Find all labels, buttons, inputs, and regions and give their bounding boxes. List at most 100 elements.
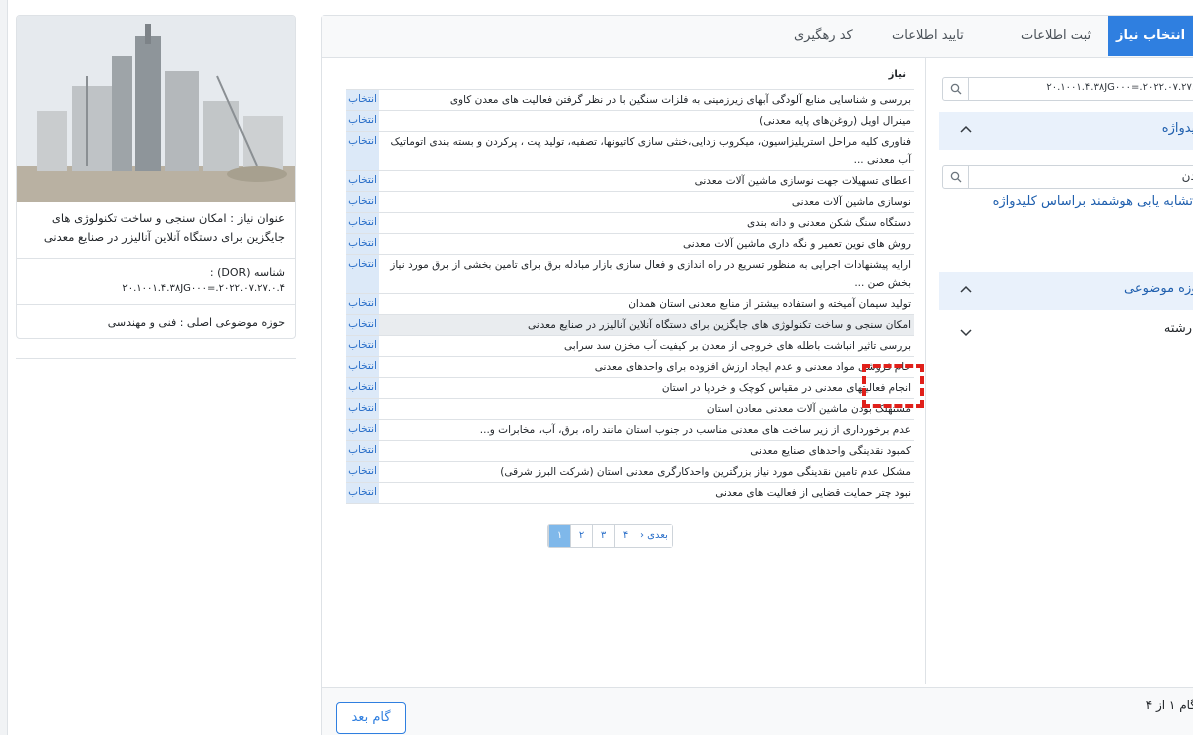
need-title: نوسازی ماشین آلات معدنی: [791, 196, 911, 208]
subject-title: حوزه موضوعی: [1124, 281, 1193, 296]
select-need-link[interactable]: انتخاب: [346, 192, 379, 212]
tab-confirm-info[interactable]: تایید اطلاعات: [892, 16, 964, 58]
needs-rows: انتخاب بررسی و شناسایی منابع آلودگی آبهای…: [346, 90, 914, 504]
need-title: بررسی و شناسایی منابع آلودگی آبهای زیرزم…: [449, 94, 911, 106]
need-title: ارایه پیشنهادات اجرایی به منظور تسریع در…: [390, 259, 911, 289]
divider: [17, 304, 295, 305]
column-divider: [925, 58, 926, 684]
table-row: انتخاب روش های نوین تعمیر و نگه داری ماشی…: [346, 234, 914, 255]
need-title: فناوری کلیه مراحل استریلیزاسیون، میکروب …: [390, 136, 911, 166]
select-need-link[interactable]: انتخاب: [346, 255, 379, 293]
select-need-link[interactable]: انتخاب: [346, 420, 379, 440]
table-row: انتخاب بررسی و شناسایی منابع آلودگی آبهای…: [346, 90, 914, 111]
need-title: عدم برخورداری از زیر ساخت های معدنی مناس…: [479, 424, 911, 436]
select-need-link[interactable]: انتخاب: [346, 234, 379, 254]
divider: [17, 258, 295, 259]
search-icon: [950, 83, 961, 95]
chevron-up-icon: [960, 285, 972, 293]
highlight-marker: [862, 364, 924, 408]
table-row: انتخاب خام فروشی مواد معدنی و عدم ایجاد ا…: [346, 357, 914, 378]
select-need-link[interactable]: انتخاب: [346, 378, 379, 398]
need-title: بررسی تاثیر انباشت باطله های خروجی از مع…: [564, 340, 911, 352]
dor-search-input[interactable]: ۲۰.۱۰۰۱.۴.۳۸JG۰۰۰=.۲۰۲۲.۰۷.۲۷.۰.۱: [975, 82, 1193, 93]
need-title: مینرال اویل (روغن‌های پایه معدنی): [759, 115, 911, 127]
select-need-link[interactable]: انتخاب: [346, 336, 379, 356]
chevron-down-icon[interactable]: [959, 325, 973, 339]
select-need-link[interactable]: انتخاب: [346, 171, 379, 191]
select-need-link[interactable]: انتخاب: [346, 483, 379, 503]
select-need-link[interactable]: انتخاب: [346, 213, 379, 233]
need-title: نبود چتر حمایت قضایی از فعالیت های معدنی: [715, 487, 911, 499]
step-indicator: گام ۱ از ۴: [1145, 698, 1193, 712]
divider: [16, 358, 296, 359]
dor-label: شناسه (DOR) :: [209, 266, 285, 279]
needs-header: نیاز: [346, 64, 914, 90]
select-need-link[interactable]: انتخاب: [346, 294, 379, 314]
dor-search-box[interactable]: ۲۰.۱۰۰۱.۴.۳۸JG۰۰۰=.۲۰۲۲.۰۷.۲۷.۰.۱: [942, 77, 1193, 101]
keyword-search-box[interactable]: معدن: [942, 165, 1193, 189]
needs-table: نیاز انتخاب بررسی و شناسایی منابع آلودگی …: [346, 64, 914, 504]
chevron-up-icon: [960, 125, 972, 133]
need-title: خام فروشی مواد معدنی و عدم ایجاد ارزش اف…: [594, 361, 911, 373]
table-row: انتخاب نبود چتر حمایت قضایی از فعالیت های…: [346, 483, 914, 504]
tab-select-need[interactable]: انتخاب نیاز: [1108, 16, 1193, 56]
table-row: انتخاب مستهلک بودن ماشین آلات معدنی معادن…: [346, 399, 914, 420]
page-link[interactable]: ۱: [548, 525, 570, 547]
page-link[interactable]: ۳: [592, 525, 614, 547]
select-need-link[interactable]: انتخاب: [346, 111, 379, 131]
select-need-link[interactable]: انتخاب: [346, 90, 379, 110]
wizard-footer: گام بعد گام ۱ از ۴: [322, 687, 1193, 735]
select-need-link[interactable]: انتخاب: [346, 132, 379, 170]
table-row: انتخاب کمبود نقدینگی واحدهای صنایع معدنی: [346, 441, 914, 462]
tab-register-info[interactable]: ثبت اطلاعات: [1021, 16, 1091, 58]
table-row: انتخاب عدم برخورداری از زیر ساخت های معدن…: [346, 420, 914, 441]
select-need-link[interactable]: انتخاب: [346, 315, 379, 335]
dor-value: ۲۰.۱۰۰۱.۴.۳۸JG۰۰۰=.۲۰۲۲.۰۷.۲۷.۰.۴: [122, 283, 285, 294]
keyword-input[interactable]: معدن: [975, 169, 1193, 183]
page-link[interactable]: ۲: [570, 525, 592, 547]
pagination: ۱ ۲ ۳ ۴ بعدی ‹: [547, 524, 673, 548]
search-button[interactable]: [943, 166, 969, 188]
need-title: تولید سیمان آمیخته و استفاده بیشتر از من…: [628, 298, 911, 310]
table-row: انتخاب بررسی تاثیر انباشت باطله های خروجی…: [346, 336, 914, 357]
select-need-link[interactable]: انتخاب: [346, 441, 379, 461]
field-title[interactable]: رشته: [1164, 321, 1192, 336]
table-row: انتخاب ارایه پیشنهادات اجرایی به منظور تس…: [346, 255, 914, 294]
main-subject-domain: حوزه موضوعی اصلی : فنی و مهندسی: [107, 316, 285, 329]
table-row: انتخاب امکان سنجی و ساخت تکنولوژی های جای…: [346, 315, 914, 336]
search-icon: [950, 171, 961, 183]
keyword-accordion-header[interactable]: کلیدواژه: [939, 112, 1193, 150]
smart-keyword-search-link[interactable]: تشابه یابی هوشمند براساس کلیدواژه: [993, 194, 1193, 209]
need-title: امکان سنجی و ساخت تکنولوژی های جایگزین ب…: [527, 319, 911, 331]
need-info-card: عنوان نیاز : امکان سنجی و ساخت تکنولوژی …: [16, 15, 296, 339]
table-row: انتخاب نوسازی ماشین آلات معدنی: [346, 192, 914, 213]
need-title: انجام فعالیتهای معدنی در مقیاس کوچک و خر…: [661, 382, 911, 394]
table-row: انتخاب تولید سیمان آمیخته و استفاده بیشتر…: [346, 294, 914, 315]
subject-accordion-header[interactable]: حوزه موضوعی: [939, 272, 1193, 310]
need-title-text: عنوان نیاز : امکان سنجی و ساخت تکنولوژی …: [43, 211, 285, 244]
page-link[interactable]: ۴: [614, 525, 636, 547]
table-row: انتخاب مینرال اویل (روغن‌های پایه معدنی): [346, 111, 914, 132]
table-row: انتخاب فناوری کلیه مراحل استریلیزاسیون، م…: [346, 132, 914, 171]
need-title: اعطای تسهیلات جهت نوسازی ماشین آلات معدن…: [694, 175, 911, 187]
left-edge-strip: [0, 0, 8, 735]
search-button[interactable]: [943, 78, 969, 100]
tab-tracking-code[interactable]: کد رهگیری: [794, 16, 853, 58]
next-step-button[interactable]: گام بعد: [336, 702, 406, 734]
select-need-link[interactable]: انتخاب: [346, 357, 379, 377]
table-row: انتخاب دستگاه سنگ شکن معدنی و دانه بندی: [346, 213, 914, 234]
table-row: انتخاب اعطای تسهیلات جهت نوسازی ماشین آلا…: [346, 171, 914, 192]
wizard-tabs: انتخاب نیاز ثبت اطلاعات تایید اطلاعات کد…: [322, 16, 1193, 58]
next-page-link[interactable]: بعدی ‹: [636, 525, 672, 547]
select-need-link[interactable]: انتخاب: [346, 399, 379, 419]
table-row: انتخاب مشکل عدم تامین نقدینگی مورد نیاز ب…: [346, 462, 914, 483]
need-title: کمبود نقدینگی واحدهای صنایع معدنی: [750, 445, 911, 457]
table-row: انتخاب انجام فعالیتهای معدنی در مقیاس کوچ…: [346, 378, 914, 399]
select-need-link[interactable]: انتخاب: [346, 462, 379, 482]
wizard-card: انتخاب نیاز ثبت اطلاعات تایید اطلاعات کد…: [321, 15, 1193, 735]
keyword-title: کلیدواژه: [1161, 121, 1193, 136]
need-title: روش های نوین تعمیر و نگه داری ماشین آلات…: [683, 238, 911, 250]
need-title: مشکل عدم تامین نقدینگی مورد نیاز بزرگتری…: [500, 466, 911, 478]
need-title: مستهلک بودن ماشین آلات معدنی معادن استان: [706, 403, 911, 415]
need-title: دستگاه سنگ شکن معدنی و دانه بندی: [746, 217, 911, 229]
